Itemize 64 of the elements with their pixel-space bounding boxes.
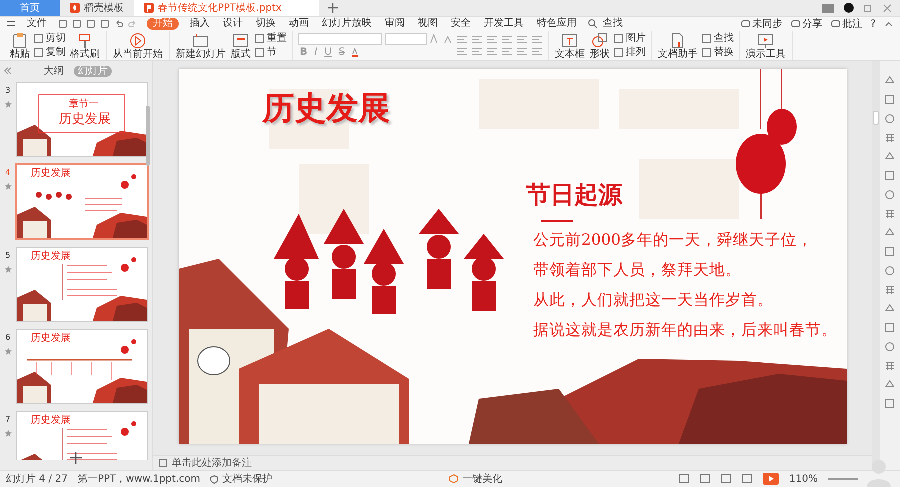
slide-thumbnail[interactable]: 历史发展 [15,163,149,240]
menu-tab[interactable]: 动画 [287,18,311,30]
ribbon-button[interactable]: 图片 [614,32,646,45]
ribbon-button[interactable]: 替换 [702,46,734,59]
ribbon-button[interactable]: 形状 [589,32,611,60]
menu-tab[interactable]: 文件 [25,18,49,30]
ribbon-button[interactable]: 文本框 [554,32,586,60]
menu-tab[interactable]: 特色应用 [535,18,579,30]
menu-tab[interactable]: 切换 [254,18,278,30]
body-text: 据说这就是农历新年的由来，后来叫春节。 [534,321,838,339]
slide-title: 历史发展 [262,88,390,129]
ribbon-button[interactable]: 格式刷 [69,32,101,60]
beautify-button[interactable]: 一键美化 [449,472,502,486]
section-heading: 节日起源 [526,180,622,211]
menu-tab[interactable]: 视图 [416,18,440,30]
thumbnail-text: 历史发展 [59,113,111,127]
zoom-level[interactable]: 110% [789,474,818,484]
ribbon-button[interactable]: 文档助手 [657,32,699,60]
slide-counter: 幻灯片 4 / 27 [6,472,68,486]
thumbnail-text: 历史发展 [31,251,71,262]
slide-number: 5 [5,251,11,260]
ribbon-button[interactable]: 演示工具 [745,32,787,60]
menu-tab[interactable]: 开发工具 [482,18,526,30]
menu-tab[interactable]: 幻灯片放映 [320,18,374,30]
ribbon-button[interactable]: 版式 [230,32,252,60]
toolbar-link[interactable]: 分享 [790,17,823,31]
ribbon-button[interactable]: 新建幻灯片 [175,32,227,60]
ribbon-button[interactable]: 粘贴 [9,32,31,60]
ribbon-button[interactable]: 查找 [702,32,734,45]
ribbon-button[interactable]: 排列 [614,46,646,59]
body-text: 公元前2000多年的一天，舜继天子位， [534,231,814,249]
menu-tab[interactable]: 插入 [188,18,212,30]
ribbon-button[interactable]: 节 [255,46,287,59]
slide-number: 3 [5,86,11,95]
menu-tab[interactable]: 设计 [221,18,245,30]
ribbon-button[interactable]: 从当前开始 [112,32,164,60]
thumbnail-text: 历史发展 [31,168,71,179]
thumbnail-text: 历史发展 [31,415,71,426]
slide-thumbnail[interactable]: 章节一 历史发展 [16,82,148,157]
panel-tab[interactable]: 大纲 [40,66,68,76]
slide-number: 4 [5,168,11,177]
protection-status[interactable]: 文档未保护 [210,472,272,486]
theme-name: 第一PPT，www.1ppt.com [78,473,200,486]
menu-tab[interactable]: 查找 [601,18,625,30]
document-tab[interactable]: 春节传统文化PPT模板.pptx [134,0,319,16]
ribbon-button[interactable]: 重置 [255,32,287,45]
toolbar-link[interactable]: 未同步 [740,17,783,31]
help-button[interactable]: ? [870,18,876,30]
toolbar-link[interactable]: 批注 [830,17,863,31]
ribbon-button[interactable]: 复制 [34,46,66,59]
notes-placeholder[interactable]: 单击此处添加备注 [172,456,252,470]
slide-thumbnail[interactable]: 历史发展 [16,329,148,404]
body-text: 从此，人们就把这一天当作岁首。 [534,291,774,309]
thumbnail-text: 章节一 [69,99,99,110]
document-tab[interactable]: 稻壳模板 [60,0,134,16]
slide-thumbnail[interactable]: 历史发展 [16,247,148,322]
body-text: 带领着部下人员，祭拜天地。 [534,261,742,279]
menu-tab[interactable]: 审阅 [383,18,407,30]
slide-number: 7 [5,415,11,424]
ribbon-button[interactable]: 剪切 [34,32,66,45]
menu-tab[interactable]: 安全 [449,18,473,30]
slide-thumbnail[interactable]: 历史发展 [16,411,148,460]
thumbnail-text: 历史发展 [31,333,71,344]
slide-number: 6 [5,333,11,342]
